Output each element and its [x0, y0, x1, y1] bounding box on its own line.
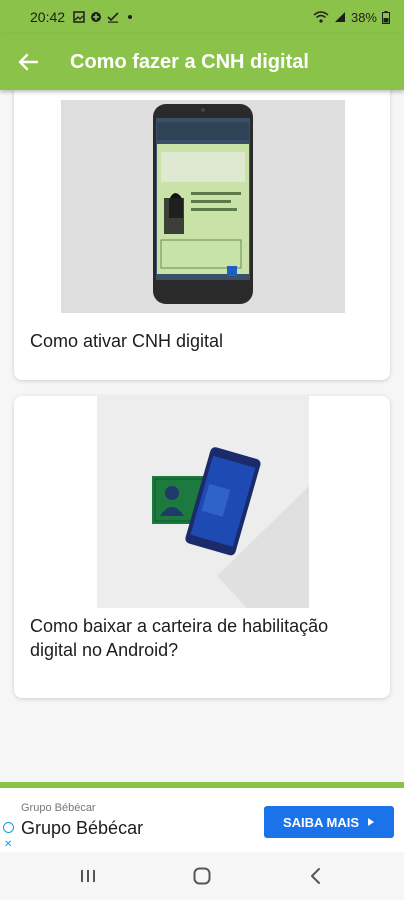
page-title: Como fazer a CNH digital [70, 50, 309, 73]
adchoices-icon[interactable] [3, 822, 14, 833]
phone-cnh-illustration [61, 100, 345, 313]
check-download-icon [107, 12, 119, 23]
app-bar: Como fazer a CNH digital [0, 34, 404, 90]
ad-close-icon[interactable]: ✕ [4, 839, 12, 850]
status-time: 20:42 [30, 9, 66, 25]
ad-cta-label: SAIBA MAIS [282, 814, 360, 830]
notification-icons [73, 11, 133, 23]
status-bar: 20:42 38% [0, 0, 404, 34]
recents-icon [81, 870, 95, 882]
back-button[interactable] [16, 50, 40, 74]
article-card-ativar[interactable]: Como ativar CNH digital [14, 90, 390, 380]
cnh-card-phone-illustration [97, 396, 309, 608]
signal-icon [334, 12, 345, 22]
article-title: Como baixar a carteira de habilitação di… [30, 616, 329, 660]
game-icon [91, 12, 102, 22]
chevron-left-icon [311, 868, 320, 884]
ad-title: Grupo Bébécar [21, 818, 144, 838]
home-button[interactable] [188, 864, 216, 888]
recent-apps-button[interactable] [74, 864, 102, 888]
wifi-icon [313, 11, 329, 23]
ad-advertiser-small: Grupo Bébécar [21, 802, 96, 814]
battery-icon [382, 10, 390, 24]
article-title: Como ativar CNH digital [30, 331, 224, 351]
article-card-baixar[interactable]: Como baixar a carteira de habilitação di… [14, 396, 390, 698]
ad-cta-button[interactable]: SAIBA MAIS [264, 806, 394, 838]
article-list: Como ativar CNH digital Como baixar a ca… [0, 90, 404, 782]
cnh-phone-graphic [97, 396, 309, 608]
battery-percent: 38% [350, 9, 377, 25]
play-arrow-icon [368, 818, 375, 826]
phone-cnh-image [61, 100, 345, 313]
home-icon [193, 867, 211, 885]
ad-banner[interactable]: Grupo Bébécar ✕ Grupo Bébécar SAIBA MAIS [0, 788, 404, 852]
gallery-icon [73, 11, 85, 23]
system-nav-bar [0, 852, 404, 900]
back-nav-button[interactable] [302, 864, 330, 888]
arrow-left-icon [18, 53, 38, 71]
more-notifications-dot [128, 15, 133, 19]
